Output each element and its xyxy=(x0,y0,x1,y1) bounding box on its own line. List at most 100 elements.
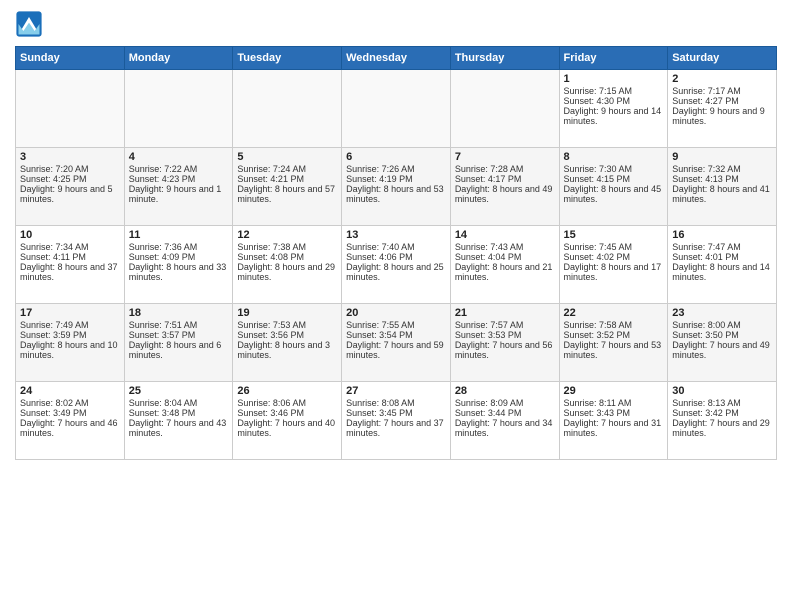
day-info: Daylight: 8 hours and 33 minutes. xyxy=(129,262,229,282)
calendar-cell: 25Sunrise: 8:04 AMSunset: 3:48 PMDayligh… xyxy=(124,382,233,460)
day-info: Sunset: 4:02 PM xyxy=(564,252,664,262)
calendar-cell: 8Sunrise: 7:30 AMSunset: 4:15 PMDaylight… xyxy=(559,148,668,226)
day-info: Daylight: 7 hours and 43 minutes. xyxy=(129,418,229,438)
calendar-cell: 30Sunrise: 8:13 AMSunset: 3:42 PMDayligh… xyxy=(668,382,777,460)
day-info: Daylight: 9 hours and 14 minutes. xyxy=(564,106,664,126)
day-number: 20 xyxy=(346,307,446,319)
day-info: Sunset: 4:27 PM xyxy=(672,96,772,106)
day-info: Daylight: 7 hours and 59 minutes. xyxy=(346,340,446,360)
day-number: 3 xyxy=(20,151,120,163)
logo xyxy=(15,10,47,38)
day-number: 10 xyxy=(20,229,120,241)
day-info: Sunrise: 7:43 AM xyxy=(455,242,555,252)
day-header-saturday: Saturday xyxy=(668,47,777,70)
day-info: Daylight: 7 hours and 49 minutes. xyxy=(672,340,772,360)
calendar-cell: 3Sunrise: 7:20 AMSunset: 4:25 PMDaylight… xyxy=(16,148,125,226)
day-number: 26 xyxy=(237,385,337,397)
calendar-cell: 12Sunrise: 7:38 AMSunset: 4:08 PMDayligh… xyxy=(233,226,342,304)
day-info: Sunrise: 7:57 AM xyxy=(455,320,555,330)
day-info: Sunrise: 7:34 AM xyxy=(20,242,120,252)
day-info: Sunset: 3:46 PM xyxy=(237,408,337,418)
day-info: Daylight: 7 hours and 56 minutes. xyxy=(455,340,555,360)
day-info: Daylight: 8 hours and 37 minutes. xyxy=(20,262,120,282)
calendar-cell xyxy=(233,70,342,148)
day-info: Daylight: 8 hours and 53 minutes. xyxy=(346,184,446,204)
day-info: Sunset: 3:57 PM xyxy=(129,330,229,340)
day-info: Daylight: 7 hours and 34 minutes. xyxy=(455,418,555,438)
week-row-2: 3Sunrise: 7:20 AMSunset: 4:25 PM Daylight… xyxy=(16,148,777,226)
day-info: Sunset: 4:06 PM xyxy=(346,252,446,262)
day-info: Daylight: 8 hours and 10 minutes. xyxy=(20,340,120,360)
calendar-table: SundayMondayTuesdayWednesdayThursdayFrid… xyxy=(15,46,777,460)
calendar-cell: 1Sunrise: 7:15 AMSunset: 4:30 PMDaylight… xyxy=(559,70,668,148)
calendar-cell: 2Sunrise: 7:17 AMSunset: 4:27 PMDaylight… xyxy=(668,70,777,148)
day-number: 28 xyxy=(455,385,555,397)
calendar-cell: 14Sunrise: 7:43 AMSunset: 4:04 PMDayligh… xyxy=(450,226,559,304)
calendar-cell: 9Sunrise: 7:32 AMSunset: 4:13 PMDaylight… xyxy=(668,148,777,226)
day-info: Sunset: 3:52 PM xyxy=(564,330,664,340)
day-number: 25 xyxy=(129,385,229,397)
calendar-cell: 28Sunrise: 8:09 AMSunset: 3:44 PMDayligh… xyxy=(450,382,559,460)
day-number: 4 xyxy=(129,151,229,163)
day-header-tuesday: Tuesday xyxy=(233,47,342,70)
calendar-cell: 6Sunrise: 7:26 AMSunset: 4:19 PMDaylight… xyxy=(342,148,451,226)
day-info: Sunrise: 8:06 AM xyxy=(237,398,337,408)
calendar-cell: 10Sunrise: 7:34 AMSunset: 4:11 PMDayligh… xyxy=(16,226,125,304)
day-info: Sunset: 4:19 PM xyxy=(346,174,446,184)
week-row-1: 1Sunrise: 7:15 AMSunset: 4:30 PMDaylight… xyxy=(16,70,777,148)
day-info: Sunrise: 8:09 AM xyxy=(455,398,555,408)
day-info: Sunset: 4:30 PM xyxy=(564,96,664,106)
calendar-cell: 20Sunrise: 7:55 AMSunset: 3:54 PMDayligh… xyxy=(342,304,451,382)
day-info: Daylight: 8 hours and 6 minutes. xyxy=(129,340,229,360)
day-info: Sunset: 3:44 PM xyxy=(455,408,555,418)
day-info: Sunset: 4:25 PM xyxy=(20,174,120,184)
day-info: Sunset: 3:48 PM xyxy=(129,408,229,418)
day-info: Sunset: 3:53 PM xyxy=(455,330,555,340)
calendar-cell: 17Sunrise: 7:49 AMSunset: 3:59 PMDayligh… xyxy=(16,304,125,382)
day-info: Sunset: 4:08 PM xyxy=(237,252,337,262)
day-number: 23 xyxy=(672,307,772,319)
day-info: Sunrise: 7:20 AM xyxy=(20,164,120,174)
day-number: 15 xyxy=(564,229,664,241)
day-info: Sunset: 4:11 PM xyxy=(20,252,120,262)
day-info: Sunrise: 8:13 AM xyxy=(672,398,772,408)
main-container: SundayMondayTuesdayWednesdayThursdayFrid… xyxy=(0,0,792,465)
day-info: Sunrise: 7:26 AM xyxy=(346,164,446,174)
day-info: Sunset: 3:56 PM xyxy=(237,330,337,340)
day-number: 22 xyxy=(564,307,664,319)
day-header-friday: Friday xyxy=(559,47,668,70)
day-info: Daylight: 8 hours and 14 minutes. xyxy=(672,262,772,282)
day-number: 5 xyxy=(237,151,337,163)
day-info: Daylight: 7 hours and 53 minutes. xyxy=(564,340,664,360)
day-number: 30 xyxy=(672,385,772,397)
day-info: Sunrise: 7:15 AM xyxy=(564,86,664,96)
day-info: Sunrise: 7:47 AM xyxy=(672,242,772,252)
calendar-cell: 19Sunrise: 7:53 AMSunset: 3:56 PMDayligh… xyxy=(233,304,342,382)
calendar-cell: 5Sunrise: 7:24 AMSunset: 4:21 PMDaylight… xyxy=(233,148,342,226)
day-info: Sunset: 3:59 PM xyxy=(20,330,120,340)
day-info: Daylight: 8 hours and 3 minutes. xyxy=(237,340,337,360)
day-info: Sunrise: 7:55 AM xyxy=(346,320,446,330)
day-number: 2 xyxy=(672,73,772,85)
day-info: Sunset: 3:42 PM xyxy=(672,408,772,418)
calendar-cell xyxy=(342,70,451,148)
day-info: Sunset: 4:01 PM xyxy=(672,252,772,262)
day-info: Daylight: 8 hours and 57 minutes. xyxy=(237,184,337,204)
day-info: Sunset: 3:50 PM xyxy=(672,330,772,340)
day-info: Sunset: 4:09 PM xyxy=(129,252,229,262)
day-info: Sunrise: 8:00 AM xyxy=(672,320,772,330)
calendar-cell: 7Sunrise: 7:28 AMSunset: 4:17 PMDaylight… xyxy=(450,148,559,226)
header xyxy=(15,10,777,38)
day-info: Sunset: 4:13 PM xyxy=(672,174,772,184)
day-info: Sunrise: 7:49 AM xyxy=(20,320,120,330)
day-info: Sunset: 4:04 PM xyxy=(455,252,555,262)
day-info: Sunrise: 8:02 AM xyxy=(20,398,120,408)
day-number: 29 xyxy=(564,385,664,397)
day-info: Sunset: 4:15 PM xyxy=(564,174,664,184)
day-info: Sunrise: 8:11 AM xyxy=(564,398,664,408)
day-info: Sunrise: 7:32 AM xyxy=(672,164,772,174)
day-info: Sunrise: 7:53 AM xyxy=(237,320,337,330)
day-info: Sunrise: 7:22 AM xyxy=(129,164,229,174)
day-info: Sunrise: 7:30 AM xyxy=(564,164,664,174)
calendar-cell xyxy=(450,70,559,148)
